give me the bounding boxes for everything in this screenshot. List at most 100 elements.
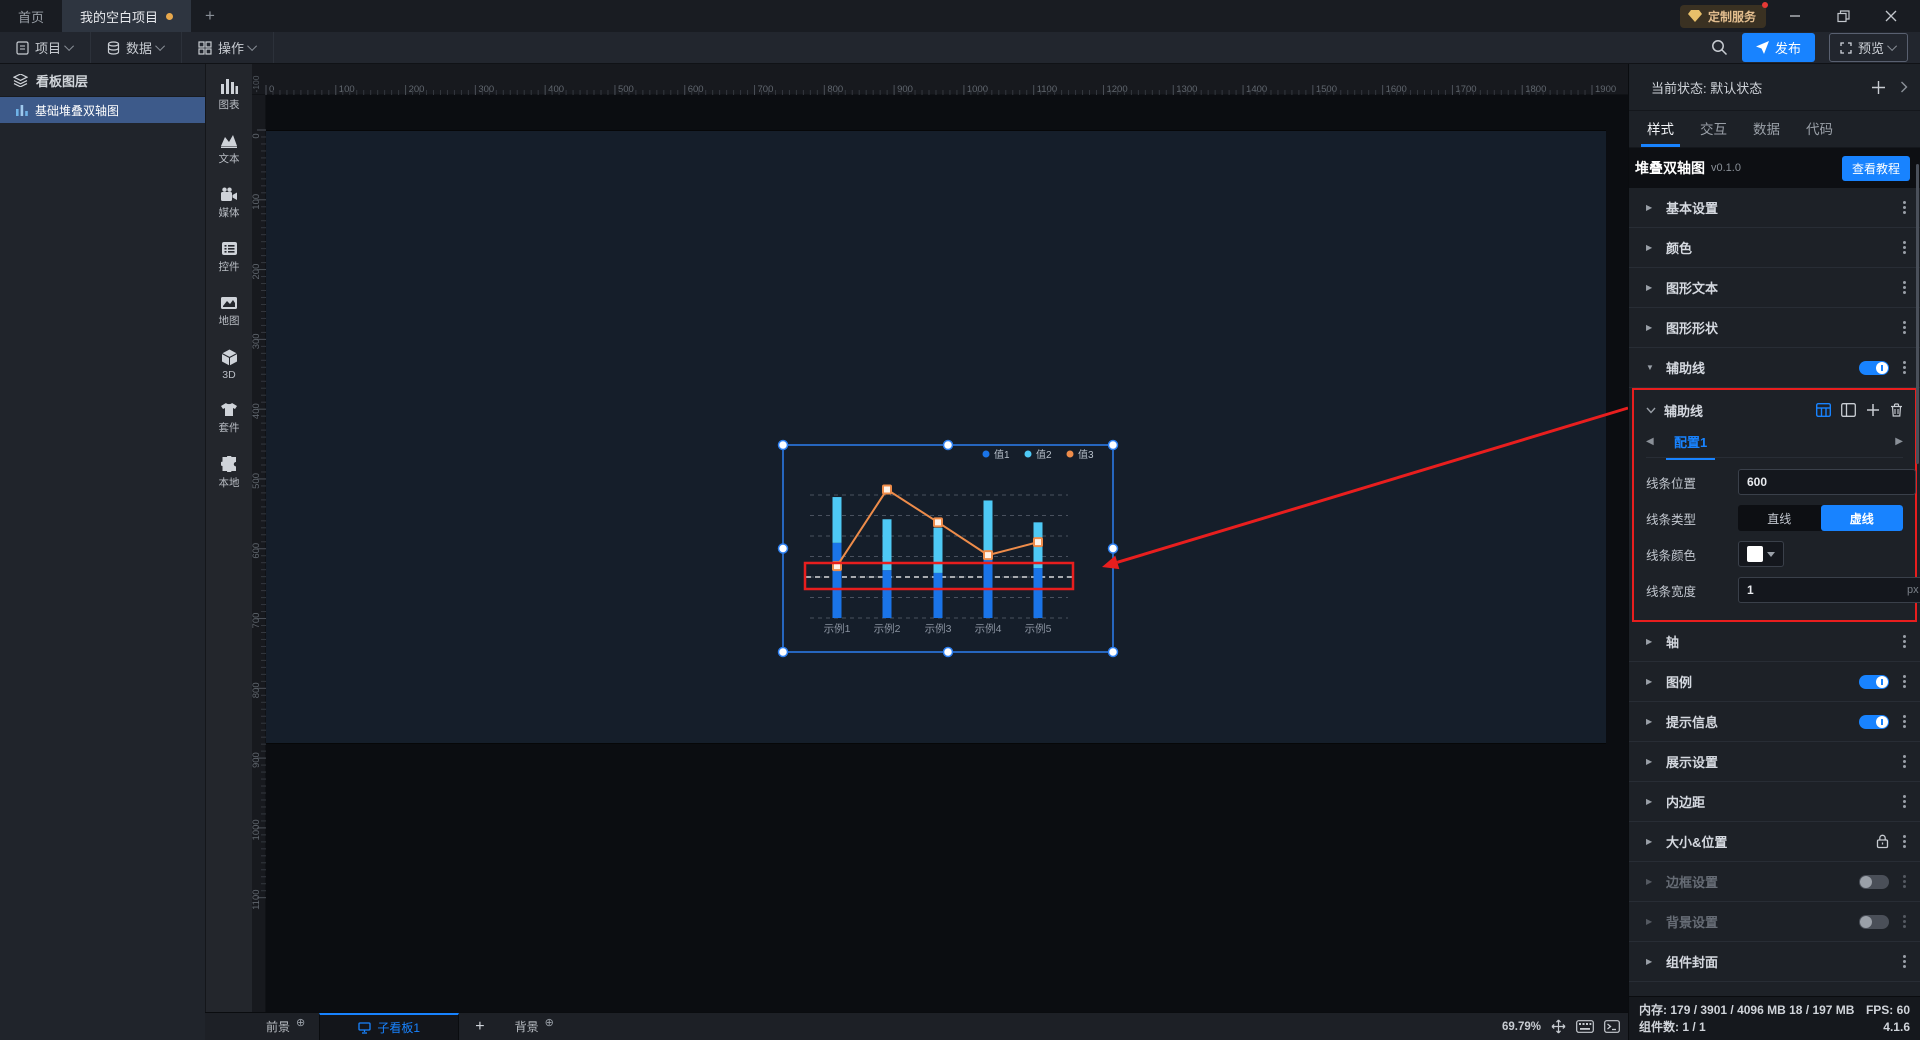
horizontal-ruler bbox=[252, 64, 1628, 95]
prev-config-icon[interactable]: ◀ bbox=[1646, 436, 1662, 447]
preview-button[interactable]: 预览 bbox=[1828, 33, 1908, 62]
notification-dot-icon bbox=[1762, 1, 1768, 8]
section-tooltip[interactable]: ▶ 提示信息 bbox=[1629, 702, 1920, 742]
line-type-solid[interactable]: 直线 bbox=[1738, 505, 1821, 531]
menu-dots-icon[interactable] bbox=[1903, 286, 1906, 289]
maximize-button[interactable] bbox=[1824, 3, 1862, 29]
add-state-icon[interactable] bbox=[1871, 80, 1886, 95]
line-width-input[interactable] bbox=[1747, 583, 1907, 597]
strip-item-map[interactable]: 地图 bbox=[219, 295, 240, 328]
tab-code[interactable]: 代码 bbox=[1806, 118, 1833, 147]
add-background-icon[interactable]: ⊕ bbox=[545, 1016, 554, 1029]
tab-home[interactable]: 首页 bbox=[0, 0, 62, 32]
add-foreground-icon[interactable]: ⊕ bbox=[296, 1016, 305, 1029]
puzzle-icon bbox=[220, 456, 236, 472]
line-position-input[interactable] bbox=[1747, 475, 1907, 489]
toggle-switch[interactable] bbox=[1859, 714, 1889, 729]
toggle-switch[interactable] bbox=[1859, 914, 1889, 929]
lock-icon[interactable] bbox=[1876, 834, 1889, 849]
close-button[interactable] bbox=[1872, 3, 1910, 29]
dashboard-screen[interactable] bbox=[266, 130, 1606, 744]
tab-home-label: 首页 bbox=[18, 9, 45, 25]
section-color[interactable]: ▶ 颜色 bbox=[1629, 228, 1920, 268]
table-icon[interactable] bbox=[1816, 403, 1831, 417]
tab-interaction[interactable]: 交互 bbox=[1700, 118, 1727, 147]
section-aux-line[interactable]: ▼ 辅助线 bbox=[1629, 348, 1920, 388]
fit-screen-button[interactable] bbox=[1551, 1019, 1566, 1034]
trash-icon[interactable] bbox=[1890, 403, 1903, 417]
console-button[interactable] bbox=[1604, 1020, 1620, 1033]
strip-item-3d[interactable]: 3D bbox=[221, 349, 238, 381]
plus-icon[interactable] bbox=[1866, 403, 1880, 417]
menu-dots-icon[interactable] bbox=[1903, 960, 1906, 963]
section-label: 边框设置 bbox=[1666, 875, 1719, 890]
section-padding[interactable]: ▶ 内边距 bbox=[1629, 782, 1920, 822]
sub-board-tab[interactable]: 子看板1 bbox=[319, 1013, 460, 1040]
next-config-icon[interactable]: ▶ bbox=[1887, 436, 1903, 447]
section-size-position[interactable]: ▶ 大小&位置 bbox=[1629, 822, 1920, 862]
line-color-picker[interactable] bbox=[1738, 541, 1784, 567]
config-tab-1[interactable]: 配置1 bbox=[1662, 432, 1719, 460]
toggle-switch[interactable] bbox=[1859, 874, 1889, 889]
video-camera-icon bbox=[221, 187, 237, 201]
background-tab[interactable]: 背景 ⊕ bbox=[501, 1013, 568, 1040]
menu-project[interactable]: 项目 bbox=[0, 32, 92, 63]
menu-data[interactable]: 数据 bbox=[91, 32, 183, 63]
chevron-right-icon[interactable] bbox=[1900, 81, 1908, 93]
bar-chart-icon bbox=[16, 104, 28, 116]
menu-dots-icon[interactable] bbox=[1903, 720, 1906, 723]
toggle-switch[interactable] bbox=[1859, 674, 1889, 689]
section-background[interactable]: ▶ 背景设置 bbox=[1629, 902, 1920, 942]
layer-item-stacked-chart[interactable]: 基础堆叠双轴图 bbox=[0, 97, 205, 123]
menu-dots-icon[interactable] bbox=[1903, 880, 1906, 883]
menu-dots-icon[interactable] bbox=[1903, 326, 1906, 329]
section-display[interactable]: ▶ 展示设置 bbox=[1629, 742, 1920, 782]
menu-dots-icon[interactable] bbox=[1903, 640, 1906, 643]
strip-item-text[interactable]: 文本 bbox=[219, 133, 240, 166]
panel-scrollbar[interactable] bbox=[1916, 164, 1919, 464]
toggle-switch[interactable] bbox=[1859, 360, 1889, 375]
custom-service-badge[interactable]: 定制服务 bbox=[1679, 1, 1768, 28]
strip-item-charts[interactable]: 图表 bbox=[219, 78, 240, 112]
menu-operation[interactable]: 操作 bbox=[182, 32, 275, 63]
menu-dots-icon[interactable] bbox=[1903, 840, 1906, 843]
menu-dots-icon[interactable] bbox=[1903, 800, 1906, 803]
minimize-button[interactable] bbox=[1776, 3, 1814, 29]
section-cover[interactable]: ▶ 组件封面 bbox=[1629, 942, 1920, 982]
menu-dots-icon[interactable] bbox=[1903, 206, 1906, 209]
menu-dots-icon[interactable] bbox=[1903, 760, 1906, 763]
section-legend[interactable]: ▶ 图例 bbox=[1629, 662, 1920, 702]
menu-dots-icon[interactable] bbox=[1903, 920, 1906, 923]
tab-data[interactable]: 数据 bbox=[1753, 118, 1780, 147]
menu-dots-icon[interactable] bbox=[1903, 246, 1906, 249]
strip-item-media[interactable]: 媒体 bbox=[219, 187, 240, 220]
section-basic[interactable]: ▶ 基本设置 bbox=[1629, 188, 1920, 228]
fit-screen-icon bbox=[1551, 1019, 1566, 1034]
publish-button[interactable]: 发布 bbox=[1741, 33, 1815, 62]
new-tab-button[interactable]: + bbox=[191, 0, 229, 32]
section-axis[interactable]: ▶ 轴 bbox=[1629, 622, 1920, 662]
strip-item-widgets[interactable]: 控件 bbox=[219, 241, 240, 274]
section-graphic-text[interactable]: ▶ 图形文本 bbox=[1629, 268, 1920, 308]
strip-item-local[interactable]: 本地 bbox=[219, 456, 240, 490]
tab-style[interactable]: 样式 bbox=[1641, 118, 1680, 147]
search-icon[interactable] bbox=[1711, 39, 1728, 56]
tab-project-label: 我的空白项目 bbox=[80, 9, 159, 25]
line-type-dashed[interactable]: 虚线 bbox=[1820, 505, 1903, 531]
foreground-tab[interactable]: 前景 ⊕ bbox=[252, 1013, 319, 1040]
chevron-down-icon[interactable] bbox=[1646, 407, 1656, 414]
menu-dots-icon[interactable] bbox=[1903, 366, 1906, 369]
settings-panel: 当前状态: 默认状态 样式 交互 数据 代码 堆叠双轴图 v0.1.0 查看教程… bbox=[1628, 64, 1920, 1040]
strip-item-kits[interactable]: 套件 bbox=[219, 402, 240, 435]
layout-icon[interactable] bbox=[1841, 403, 1856, 417]
zoom-level[interactable]: 69.79% bbox=[1502, 1021, 1541, 1033]
menu-dots-icon[interactable] bbox=[1903, 680, 1906, 683]
section-graphic-shape[interactable]: ▶ 图形形状 bbox=[1629, 308, 1920, 348]
tutorial-button[interactable]: 查看教程 bbox=[1841, 155, 1910, 181]
panel-tabs: 样式 交互 数据 代码 bbox=[1629, 111, 1920, 148]
shortcuts-button[interactable] bbox=[1576, 1020, 1594, 1033]
section-border[interactable]: ▶ 边框设置 bbox=[1629, 862, 1920, 902]
add-board-button[interactable]: + bbox=[459, 1013, 500, 1040]
tshirt-icon bbox=[221, 403, 237, 416]
tab-project[interactable]: 我的空白项目 bbox=[62, 0, 192, 32]
